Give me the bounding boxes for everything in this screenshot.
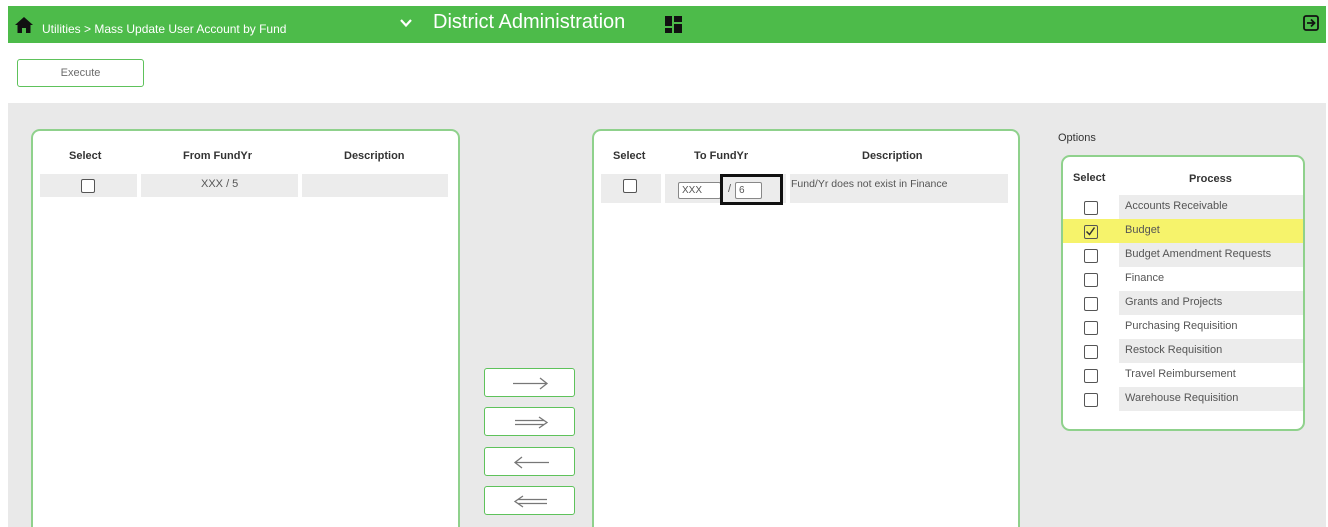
option-row-restock-requisition[interactable]: Restock Requisition [1063, 339, 1303, 363]
from-fundyr-header: From FundYr [183, 150, 253, 162]
option-row-grants-and-projects[interactable]: Grants and Projects [1063, 291, 1303, 315]
page-title: District Administration [433, 11, 626, 33]
option-checkbox-checked[interactable] [1084, 225, 1098, 239]
arrow-left-icon [513, 456, 549, 469]
option-checkbox[interactable] [1084, 345, 1098, 359]
breadcrumb[interactable]: Utilities > Mass Update User Account by … [42, 22, 286, 36]
option-row-budget[interactable]: Budget [1063, 219, 1303, 243]
option-label: Restock Requisition [1125, 344, 1223, 356]
year-field-highlight-box [720, 174, 783, 205]
option-label: Finance [1125, 272, 1165, 284]
top-header-bar: Utilities > Mass Update User Account by … [8, 6, 1326, 43]
option-label: Travel Reimbursement [1125, 368, 1236, 380]
option-row-travel-reimbursement[interactable]: Travel Reimbursement [1063, 363, 1303, 387]
exit-icon[interactable] [1302, 14, 1320, 32]
toolbar: Execute [8, 43, 1326, 103]
move-right-button[interactable] [484, 368, 575, 397]
from-fundyr-panel: Select From FundYr Description XXX / 5 [31, 129, 460, 527]
move-all-left-button[interactable] [484, 486, 575, 515]
main-content: Select From FundYr Description XXX / 5 S… [8, 103, 1326, 527]
option-checkbox[interactable] [1084, 369, 1098, 383]
move-all-right-button[interactable] [484, 407, 575, 436]
options-process-header: Process [1189, 173, 1232, 185]
double-arrow-right-icon [515, 416, 549, 429]
to-fundyr-header: To FundYr [694, 150, 749, 162]
home-icon[interactable] [14, 16, 34, 34]
checkmark-icon [1085, 227, 1096, 236]
execute-button[interactable]: Execute [17, 59, 144, 87]
option-label: Purchasing Requisition [1125, 320, 1238, 332]
move-left-button[interactable] [484, 447, 575, 476]
from-select-header: Select [69, 150, 102, 162]
option-checkbox[interactable] [1084, 321, 1098, 335]
to-description-header: Description [862, 150, 923, 162]
to-row-checkbox[interactable] [623, 179, 637, 193]
double-arrow-left-icon [513, 495, 547, 508]
option-checkbox[interactable] [1084, 201, 1098, 215]
from-description-header: Description [344, 150, 405, 162]
option-label: Accounts Receivable [1125, 200, 1228, 212]
to-fundyr-panel: Select To FundYr Description XXX / 6 Fun… [592, 129, 1020, 527]
grid-icon[interactable] [665, 16, 682, 33]
option-row-purchasing-requisition[interactable]: Purchasing Requisition [1063, 315, 1303, 339]
option-checkbox[interactable] [1084, 249, 1098, 263]
options-select-header: Select [1073, 172, 1106, 184]
option-checkbox[interactable] [1084, 393, 1098, 407]
option-checkbox[interactable] [1084, 297, 1098, 311]
option-label: Grants and Projects [1125, 296, 1223, 308]
from-fundyr-value: XXX / 5 [201, 178, 239, 190]
option-label: Budget [1125, 224, 1160, 236]
option-row-finance[interactable]: Finance [1063, 267, 1303, 291]
to-description-value: Fund/Yr does not exist in Finance [791, 178, 948, 190]
options-panel: Select Process Accounts Receivable Budge… [1061, 155, 1305, 431]
from-row-checkbox[interactable] [81, 179, 95, 193]
to-fund-field[interactable]: XXX [678, 182, 721, 199]
options-label: Options [1058, 132, 1096, 144]
chevron-down-icon[interactable] [399, 17, 413, 29]
option-row-warehouse-requisition[interactable]: Warehouse Requisition [1063, 387, 1303, 411]
option-label: Warehouse Requisition [1125, 392, 1239, 404]
to-select-header: Select [613, 150, 646, 162]
option-checkbox[interactable] [1084, 273, 1098, 287]
option-row-accounts-receivable[interactable]: Accounts Receivable [1063, 195, 1303, 219]
arrow-right-icon [513, 377, 549, 390]
option-row-budget-amendment-requests[interactable]: Budget Amendment Requests [1063, 243, 1303, 267]
option-label: Budget Amendment Requests [1125, 248, 1272, 260]
